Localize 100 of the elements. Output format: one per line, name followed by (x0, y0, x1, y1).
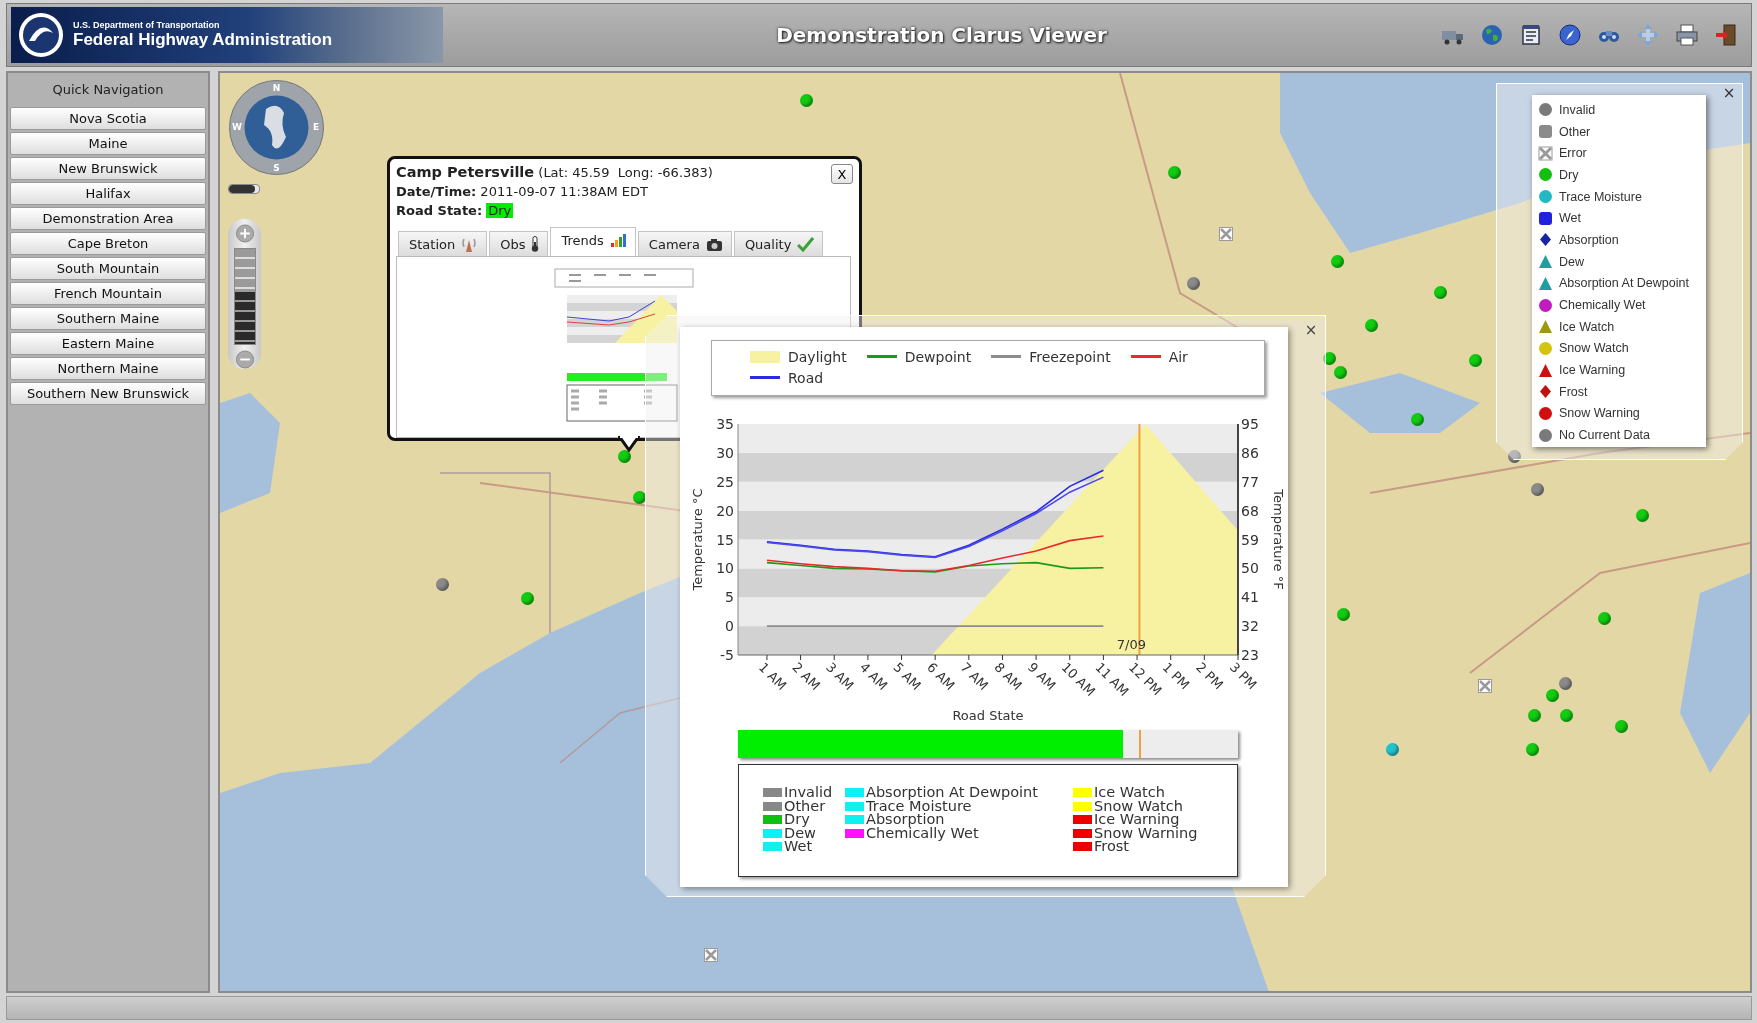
legend-label: Chemically Wet (1559, 298, 1646, 313)
axis-tick-label: 32 (1241, 618, 1259, 635)
axis-title: Temperature °F (1271, 489, 1286, 590)
legend-label: Ice Warning (1094, 813, 1180, 827)
checkmark-icon (797, 236, 815, 252)
legend-label: Road (788, 369, 824, 386)
tab[interactable]: Quality (733, 231, 824, 256)
legend-label: Trace Moisture (1559, 189, 1642, 204)
legend-label: Snow Warning (1094, 826, 1198, 840)
compass-letter: E (312, 122, 320, 132)
legend-label: Absorption At Dewpoint (866, 786, 1038, 800)
tab[interactable]: Camera (637, 231, 732, 256)
close-button[interactable]: X (831, 164, 853, 184)
coordinates: (Lat: 45.59 Long: -66.383) (537, 165, 713, 180)
print-icon[interactable] (1674, 22, 1700, 48)
legend-label: Invalid (784, 786, 833, 800)
axis-tick-label: 20 (716, 502, 734, 519)
area-swatch-icon (750, 350, 780, 363)
error-marker[interactable] (1219, 227, 1234, 242)
axis-tick-label: 95 (1241, 416, 1259, 432)
axis-tick-label: 15 (716, 531, 734, 548)
legend-label: Snow Watch (1559, 341, 1629, 356)
tab[interactable]: Obs (489, 231, 549, 256)
app-title: Demonstration Clarus Viewer (775, 23, 1108, 47)
legend-label: Dry (784, 813, 810, 827)
nav-button[interactable]: Nova Scotia (10, 107, 206, 130)
nav-button[interactable]: Maine (10, 132, 206, 155)
agency-line: U.S. Department of Transportation (73, 20, 221, 30)
axis-tick-label: 30 (716, 444, 734, 461)
nav-button[interactable]: New Brunswick (10, 157, 206, 180)
legend-label: Wet (1559, 211, 1581, 226)
time-marker-line (1139, 730, 1142, 758)
antenna-icon (461, 236, 479, 252)
close-button[interactable]: × (1721, 85, 1737, 101)
tab[interactable]: Station (398, 231, 488, 256)
axis-tick-label: 10 (716, 560, 734, 577)
error-marker[interactable] (703, 947, 718, 962)
nav-button[interactable]: Southern Maine (10, 307, 206, 330)
nav-button[interactable]: Southern New Brunswick (10, 382, 206, 405)
bar-chart-icon (609, 232, 627, 248)
zoom-out-icon[interactable] (234, 350, 255, 369)
road-state-value: Dry (486, 203, 514, 218)
axis-tick-label: 25 (716, 473, 734, 490)
legend-label: Absorption (866, 813, 945, 827)
nav-button[interactable]: Cape Breton (10, 232, 206, 255)
axis-tick-label: 0 (725, 618, 734, 635)
opacity-slider[interactable] (228, 184, 260, 194)
nav-button[interactable]: French Mountain (10, 282, 206, 305)
nav-button[interactable]: Halifax (10, 182, 206, 205)
legend-label: No Current Data (1559, 428, 1650, 443)
axis-tick-label: 2 AM (789, 659, 824, 694)
tab[interactable]: Trends (550, 227, 636, 256)
legend-label: Error (1559, 146, 1587, 161)
compass-icon[interactable] (1557, 22, 1583, 48)
legend-label: Ice Watch (1094, 786, 1165, 800)
legend-label: Chemically Wet (866, 826, 979, 840)
agency-name: Federal Highway Administration (73, 30, 333, 50)
compass-ring[interactable] (229, 80, 324, 175)
error-marker[interactable] (1478, 678, 1493, 693)
legend-label: Frost (1094, 840, 1130, 854)
road-state-title: Road State (951, 707, 1025, 725)
nav-button[interactable]: Eastern Maine (10, 332, 206, 355)
axis-tick-label: 1 AM (755, 659, 790, 694)
axis-tick-label: 9 AM (1025, 659, 1059, 694)
compass-letter: N (272, 83, 281, 93)
move-icon[interactable] (1635, 22, 1661, 48)
station-name: Camp Petersville (396, 164, 535, 180)
nav-button[interactable]: Demonstration Area (10, 207, 206, 230)
legend-label: Wet (784, 840, 813, 854)
zoom-in-icon[interactable] (234, 224, 255, 243)
axis-tick-label: 4 AM (856, 659, 891, 694)
exit-icon[interactable] (1713, 22, 1739, 48)
globe-icon[interactable] (1479, 22, 1505, 48)
axis-tick-label: 35 (716, 416, 734, 432)
panel-title: Quick Navigation (51, 81, 165, 99)
nav-button[interactable]: South Mountain (10, 257, 206, 280)
axis-tick-label: 77 (1241, 473, 1259, 490)
axis-tick-label: 3 AM (823, 659, 857, 694)
date-label: 7/09 (1116, 637, 1146, 652)
legend-label: Snow Warning (1559, 406, 1640, 421)
legend-label: Freezepoint (1029, 348, 1111, 365)
legend-label: Frost (1559, 384, 1588, 399)
axis-tick-label: 50 (1241, 560, 1259, 577)
datetime-value: 2011-09-07 11:38AM EDT (479, 184, 648, 199)
axis-tick-label: 59 (1241, 531, 1259, 548)
axis-tick-label: 8 AM (991, 659, 1025, 694)
axis-tick-label: 7 AM (957, 659, 992, 694)
legend-label: Dew (784, 826, 816, 840)
nav-button[interactable]: Northern Maine (10, 357, 206, 380)
legend-label: Ice Warning (1559, 363, 1626, 378)
compass-letter: W (232, 122, 242, 132)
legend-label: Other (784, 799, 826, 813)
axis-tick-label: 5 (725, 589, 734, 606)
axis-tick-label: -5 (720, 647, 734, 663)
close-button[interactable]: × (1303, 322, 1319, 338)
legend-label: Trace Moisture (866, 799, 972, 813)
zoom-slider[interactable] (233, 248, 256, 345)
emblem-icon (17, 11, 65, 59)
axis-tick-label: 6 AM (924, 659, 958, 694)
axis-tick-label: 68 (1241, 502, 1259, 519)
